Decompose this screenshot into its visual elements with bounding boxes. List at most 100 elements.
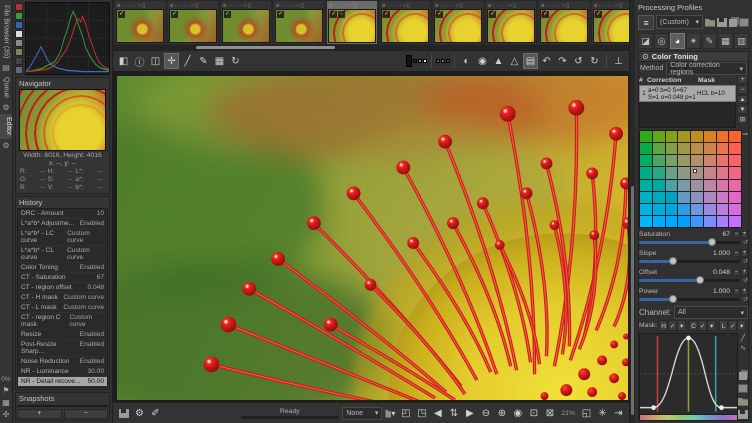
thumbnail-image[interactable]: ✓	[487, 9, 535, 43]
color-grid-cell[interactable]	[678, 167, 690, 178]
color-grid-cell[interactable]	[653, 204, 665, 215]
color-grid-cell[interactable]	[640, 131, 652, 142]
color-grid-cell[interactable]	[704, 143, 716, 154]
star-rating[interactable]: · · · · ·	[227, 3, 242, 9]
gear-icon[interactable]: ✣	[3, 410, 10, 419]
tab-local-edit[interactable]: ✎	[702, 33, 717, 49]
color-grid-cell[interactable]	[640, 204, 652, 215]
color-grid-cell[interactable]	[729, 180, 741, 191]
mask-h-enabled-check[interactable]: ✓	[668, 320, 677, 331]
color-label-icon[interactable]: ○	[615, 3, 618, 9]
color-grid-cell[interactable]	[678, 216, 690, 227]
mask-edit-icon[interactable]: ✎	[748, 322, 749, 330]
mask-l-label[interactable]: L	[719, 320, 728, 331]
move-up-button[interactable]: ▲	[737, 95, 748, 104]
tab-detail[interactable]: ◎	[654, 33, 669, 49]
power-icon[interactable]: ⊙	[642, 52, 649, 61]
profile-preset-select[interactable]: (Custom)▾	[656, 15, 703, 29]
paste-exif-icon[interactable]: ◳	[414, 405, 429, 421]
clip-icon[interactable]: ø	[170, 3, 173, 9]
color-grid-cell[interactable]	[678, 204, 690, 215]
color-grid-cell[interactable]	[666, 143, 678, 154]
color-grid-cell[interactable]	[691, 192, 703, 203]
profile-selector[interactable]: None▾	[342, 407, 382, 420]
profile-list-icon[interactable]: ≡	[638, 15, 654, 30]
histogram-toggle-icon[interactable]: ▤	[523, 53, 538, 69]
slider-decrement[interactable]: −	[733, 288, 740, 295]
filmstrip-scrollbar[interactable]	[113, 45, 629, 50]
history-row[interactable]: CT - region C maskCustom curve	[18, 313, 107, 330]
slider-track-power[interactable]: ↺	[639, 295, 740, 304]
gamut-warning-icon[interactable]: ◉	[475, 53, 490, 69]
external-editor-icon[interactable]: ✐	[148, 405, 163, 421]
filmstrip-thumbnail[interactable]: ø· · · · ·○▯✓	[221, 1, 271, 44]
tab-color[interactable]: ◕	[670, 33, 685, 49]
right-panel-scrollbar[interactable]	[630, 0, 635, 423]
color-grid-cell[interactable]	[678, 180, 690, 191]
slider-reset-icon[interactable]: ↺	[743, 258, 748, 265]
history-row[interactable]: CT - Saturation67	[18, 273, 107, 283]
slider-reset-icon[interactable]: ↺	[743, 239, 748, 246]
history-row[interactable]: Color ToningEnabled	[18, 263, 107, 273]
filmstrip-thumbnail[interactable]: ø· · · · ·○▯✓	[168, 1, 218, 44]
redo-all-icon[interactable]: ↻	[587, 53, 602, 69]
trash-icon[interactable]: ▯	[354, 3, 357, 9]
history-row[interactable]: DRC - Amount10	[18, 209, 107, 219]
info-icon[interactable]: ⓘ	[132, 53, 147, 69]
fullscreen-icon[interactable]: ✳	[595, 405, 610, 421]
filmstrip-thumbnail[interactable]: ø· · · · ·○▯✓	[115, 1, 165, 44]
thumbnail-image[interactable]: ✓	[381, 9, 429, 43]
color-grid-cell[interactable]	[653, 180, 665, 191]
star-rating[interactable]: · · · · ·	[386, 3, 401, 9]
prev-image-icon[interactable]: ◀	[430, 405, 445, 421]
thumbnail-image[interactable]: ✓	[593, 9, 629, 43]
color-grid-cell[interactable]	[640, 216, 652, 227]
trash-icon[interactable]: ▯	[407, 3, 410, 9]
grid-pin-icon[interactable]: ⊸	[742, 130, 748, 228]
color-grid-cell[interactable]	[640, 143, 652, 154]
slider-increment[interactable]: +	[741, 269, 748, 276]
raw-mode-toggle[interactable]	[15, 66, 23, 74]
thumbnail-image[interactable]: ✓	[434, 9, 482, 43]
duplicate-correction-button[interactable]: ⊞	[737, 115, 748, 124]
color-grid-cell[interactable]	[691, 155, 703, 166]
tab-editor[interactable]: Editor	[0, 114, 12, 138]
color-grid-cell[interactable]	[691, 143, 703, 154]
star-rating[interactable]: · · · · ·	[492, 3, 507, 9]
color-grid-cell[interactable]	[704, 155, 716, 166]
crop-icon[interactable]: ▦	[212, 53, 227, 69]
blue-channel-toggle[interactable]	[15, 21, 23, 29]
add-snapshot-button[interactable]: +	[17, 409, 62, 419]
color-grid-cell[interactable]	[666, 155, 678, 166]
color-grid-cell[interactable]	[717, 204, 729, 215]
next-image-icon[interactable]: ▶	[462, 405, 477, 421]
thumbnail-rank-icons[interactable]: ø· · · · ·○▯	[540, 2, 588, 9]
color-grid-cell[interactable]	[729, 216, 741, 227]
thumbnail-image[interactable]: ✓	[116, 9, 164, 43]
channel-select[interactable]: All▾	[674, 306, 748, 319]
thumbnail-rank-icons[interactable]: ø· · · · ·○▯	[434, 2, 482, 9]
color-label-icon[interactable]: ○	[297, 3, 300, 9]
red-channel-toggle[interactable]	[15, 3, 23, 11]
color-grid-cell[interactable]	[653, 216, 665, 227]
color-grid-cell[interactable]	[640, 180, 652, 191]
color-grid-cell[interactable]	[653, 192, 665, 203]
mask-c-label[interactable]: C	[689, 320, 698, 331]
thumbnail-rank-icons[interactable]: ø· · · · ·○▯	[116, 2, 164, 9]
straighten-icon[interactable]: ╱	[180, 53, 195, 69]
grid-icon[interactable]: ▦	[2, 398, 10, 407]
filmstrip-scroll-thumb[interactable]	[196, 46, 335, 49]
tab-file-browser[interactable]: File Browser (35)	[3, 2, 10, 61]
color-grid-cell[interactable]	[729, 167, 741, 178]
slider-track-offset[interactable]: ↺	[639, 276, 740, 285]
clip-icon[interactable]: ø	[223, 3, 226, 9]
slider-increment[interactable]: +	[741, 288, 748, 295]
color-label-icon[interactable]: ○	[456, 3, 459, 9]
mask-h-dropdown[interactable]: ▾	[677, 320, 686, 331]
history-row[interactable]: L*a*b* - LC curveCustom curve	[18, 229, 107, 246]
hand-tool-icon[interactable]: ✛	[164, 53, 179, 69]
tab-raw[interactable]: ▥	[734, 33, 749, 49]
color-grid-cell[interactable]	[666, 216, 678, 227]
ab-color-grid[interactable]	[639, 130, 742, 228]
zoom-in-icon[interactable]: ⊕	[494, 405, 509, 421]
